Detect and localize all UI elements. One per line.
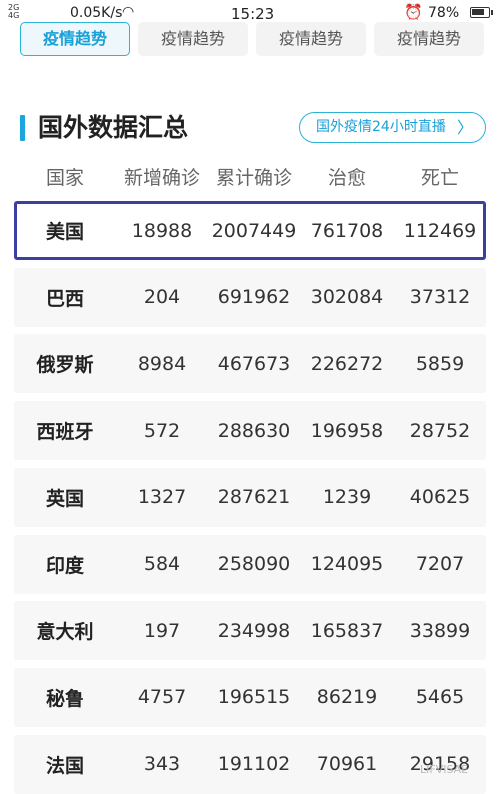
signal-icon: 2G 4G bbox=[8, 4, 19, 20]
table-row[interactable]: 俄罗斯 8984 467673 226272 5859 bbox=[14, 334, 486, 394]
network-speed: 0.05K/s bbox=[70, 5, 123, 21]
cell-cured: 165837 bbox=[310, 619, 384, 642]
cell-new-confirmed: 4757 bbox=[137, 686, 187, 709]
table-row[interactable]: 印度 584 258090 124095 7207 bbox=[14, 534, 486, 594]
cell-deaths: 5859 bbox=[415, 352, 465, 375]
alarm-icon: ⏰ bbox=[404, 3, 423, 21]
section-accent-bar bbox=[20, 115, 25, 141]
cell-deaths: 37312 bbox=[409, 286, 471, 309]
cell-total-confirmed: 691962 bbox=[217, 286, 291, 309]
cell-new-confirmed: 343 bbox=[143, 753, 181, 776]
cell-cured: 86219 bbox=[316, 686, 378, 709]
header-new-confirmed: 新增确诊 bbox=[123, 167, 200, 189]
cell-country: 俄罗斯 bbox=[36, 354, 94, 377]
watermark: LIFVISAE bbox=[420, 763, 469, 776]
cell-country: 西班牙 bbox=[36, 421, 94, 444]
cell-cured: 302084 bbox=[310, 286, 384, 309]
table-row[interactable]: 秘鲁 4757 196515 86219 5465 bbox=[14, 667, 486, 727]
header-total-confirmed: 累计确诊 bbox=[215, 167, 292, 189]
cell-cured: 196958 bbox=[310, 419, 384, 442]
tab-trend-4[interactable]: 疫情趋势 bbox=[374, 22, 484, 56]
table-header: 国家 新增确诊 累计确诊 治愈 死亡 bbox=[0, 162, 500, 194]
cell-new-confirmed: 197 bbox=[143, 619, 181, 642]
cell-deaths: 112469 bbox=[403, 219, 477, 242]
cell-country: 意大利 bbox=[36, 621, 94, 644]
cell-cured: 70961 bbox=[316, 753, 378, 776]
battery-percent: 78% bbox=[428, 5, 460, 21]
cell-country: 秘鲁 bbox=[45, 687, 84, 710]
cell-deaths: 5465 bbox=[415, 686, 465, 709]
cell-deaths: 28752 bbox=[409, 419, 471, 442]
live-broadcast-button[interactable]: 国外疫情24小时直播 〉 bbox=[299, 112, 486, 143]
table-row[interactable]: 美国 18988 2007449 761708 112469 bbox=[14, 201, 486, 260]
cell-total-confirmed: 191102 bbox=[217, 753, 291, 776]
header-deaths: 死亡 bbox=[420, 167, 459, 189]
cell-country: 印度 bbox=[45, 554, 84, 577]
chevron-right-icon: 〉 bbox=[456, 118, 473, 137]
cell-deaths: 40625 bbox=[409, 486, 471, 509]
cell-total-confirmed: 467673 bbox=[217, 352, 291, 375]
cell-country: 美国 bbox=[45, 221, 84, 243]
wifi-icon: ◠ bbox=[122, 4, 135, 20]
table-row[interactable]: 巴西 204 691962 302084 37312 bbox=[14, 267, 486, 327]
cell-country: 巴西 bbox=[45, 287, 84, 310]
cell-total-confirmed: 2007449 bbox=[211, 219, 297, 242]
header-cured: 治愈 bbox=[327, 167, 366, 189]
section-title: 国外数据汇总 bbox=[38, 113, 189, 142]
battery-icon bbox=[470, 7, 493, 18]
table-row[interactable]: 英国 1327 287621 1239 40625 bbox=[14, 467, 486, 527]
cell-cured: 1239 bbox=[322, 486, 372, 509]
cell-deaths: 7207 bbox=[415, 553, 465, 575]
table-row[interactable]: 西班牙 572 288630 196958 28752 bbox=[14, 401, 486, 461]
clock: 15:23 bbox=[231, 5, 275, 23]
section-header: 国外数据汇总 国外疫情24小时直播 〉 bbox=[20, 110, 490, 146]
cell-total-confirmed: 288630 bbox=[217, 419, 291, 442]
cell-cured: 124095 bbox=[310, 553, 384, 575]
cell-cured: 761708 bbox=[310, 219, 384, 242]
cell-total-confirmed: 234998 bbox=[217, 619, 291, 642]
tab-bar: 疫情趋势 疫情趋势 疫情趋势 疫情趋势 bbox=[20, 22, 490, 58]
cell-deaths: 33899 bbox=[409, 619, 471, 642]
signal-label-bottom: 4G bbox=[8, 11, 20, 20]
cell-total-confirmed: 287621 bbox=[217, 486, 291, 509]
table-row[interactable]: 法国 343 191102 70961 29158 bbox=[14, 734, 486, 794]
header-country: 国家 bbox=[45, 167, 84, 189]
cell-new-confirmed: 584 bbox=[143, 553, 181, 575]
cell-new-confirmed: 18988 bbox=[131, 219, 193, 242]
table-row[interactable]: 意大利 197 234998 165837 33899 bbox=[14, 601, 486, 661]
cell-country: 法国 bbox=[45, 754, 84, 777]
cell-new-confirmed: 8984 bbox=[137, 352, 187, 375]
cell-new-confirmed: 204 bbox=[143, 286, 181, 309]
live-broadcast-label: 国外疫情24小时直播 bbox=[316, 119, 446, 135]
tab-trend-3[interactable]: 疫情趋势 bbox=[256, 22, 366, 56]
cell-country: 英国 bbox=[45, 487, 84, 510]
cell-total-confirmed: 196515 bbox=[217, 686, 291, 709]
tab-trend-1[interactable]: 疫情趋势 bbox=[20, 22, 130, 56]
cell-cured: 226272 bbox=[310, 352, 384, 375]
cell-new-confirmed: 1327 bbox=[137, 486, 187, 509]
cell-new-confirmed: 572 bbox=[143, 419, 181, 442]
tab-trend-2[interactable]: 疫情趋势 bbox=[138, 22, 248, 56]
cell-total-confirmed: 258090 bbox=[217, 553, 291, 575]
